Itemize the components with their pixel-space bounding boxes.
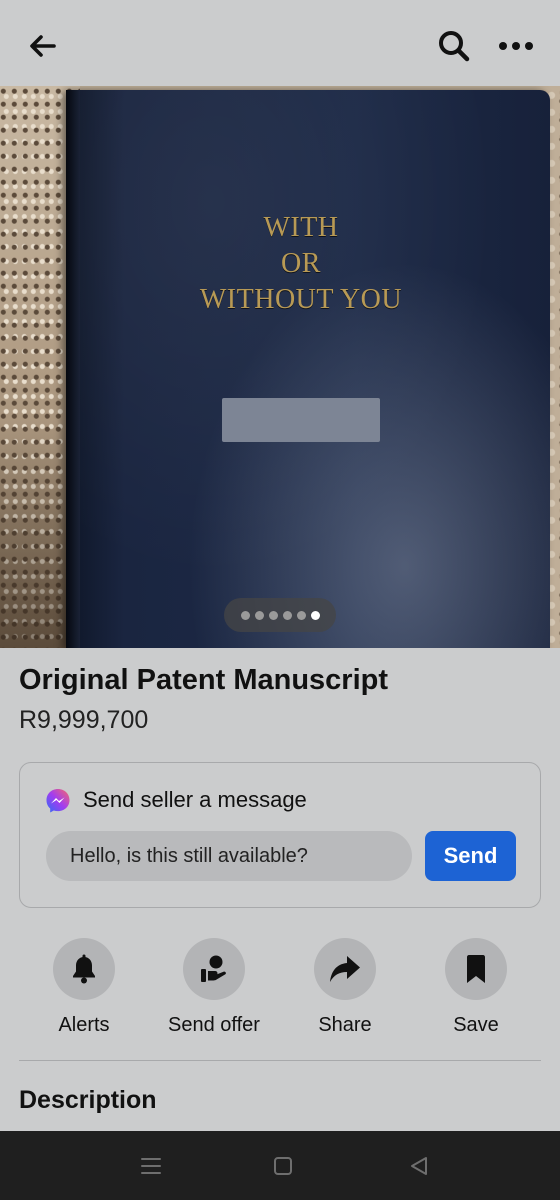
save-action[interactable]: Save bbox=[416, 938, 536, 1038]
section-divider bbox=[19, 1060, 541, 1061]
alerts-button[interactable] bbox=[53, 938, 115, 1000]
book-title-line: OR bbox=[281, 248, 321, 279]
bell-icon bbox=[73, 954, 95, 984]
pagination-dot[interactable] bbox=[254, 610, 264, 620]
send-offer-label: Send offer bbox=[168, 1014, 260, 1036]
message-input[interactable] bbox=[46, 831, 412, 881]
top-bar bbox=[0, 0, 560, 86]
back-triangle-icon bbox=[411, 1157, 427, 1175]
offer-hand-icon bbox=[201, 955, 226, 982]
message-seller-card: Send seller a message Send bbox=[19, 762, 541, 908]
listing-photo[interactable]: WITH OR WITHOUT YOU bbox=[0, 86, 560, 648]
image-pagination-dots[interactable] bbox=[224, 598, 336, 632]
search-button[interactable] bbox=[432, 24, 476, 68]
description-heading: Description bbox=[19, 1086, 157, 1114]
book-spine bbox=[66, 90, 80, 648]
listing-title: Original Patent Manuscript bbox=[19, 664, 388, 696]
send-offer-action[interactable]: Send offer bbox=[154, 938, 274, 1038]
menu-icon bbox=[141, 1158, 161, 1174]
search-icon bbox=[439, 31, 470, 62]
system-navigation-bar bbox=[0, 1131, 560, 1200]
redacted-label bbox=[222, 398, 380, 442]
share-action[interactable]: Share bbox=[285, 938, 405, 1038]
alerts-action[interactable]: Alerts bbox=[24, 938, 144, 1038]
message-heading: Send seller a message bbox=[83, 787, 307, 812]
system-back-button[interactable] bbox=[404, 1151, 434, 1181]
send-offer-button[interactable] bbox=[183, 938, 245, 1000]
save-label: Save bbox=[453, 1014, 499, 1036]
arrow-left-icon bbox=[30, 35, 56, 57]
pagination-dot[interactable] bbox=[296, 610, 306, 620]
book-title-line: WITHOUT YOU bbox=[199, 284, 403, 315]
pagination-dot[interactable] bbox=[240, 610, 250, 620]
pagination-dot-active[interactable] bbox=[310, 610, 320, 620]
home-button[interactable] bbox=[268, 1151, 298, 1181]
bookmark-icon bbox=[467, 955, 485, 983]
book-cover: WITH OR WITHOUT YOU bbox=[66, 90, 550, 648]
messenger-icon bbox=[46, 789, 70, 813]
more-dots-icon bbox=[499, 42, 533, 50]
share-button[interactable] bbox=[314, 938, 376, 1000]
share-arrow-icon bbox=[330, 956, 360, 982]
home-square-icon bbox=[274, 1157, 292, 1175]
back-button[interactable] bbox=[22, 26, 62, 66]
listing-price: R9,999,700 bbox=[19, 706, 149, 734]
book-title-line: WITH bbox=[263, 212, 339, 243]
save-button[interactable] bbox=[445, 938, 507, 1000]
recent-apps-button[interactable] bbox=[136, 1151, 166, 1181]
alerts-label: Alerts bbox=[58, 1014, 110, 1036]
more-options-button[interactable] bbox=[494, 24, 538, 68]
send-button[interactable]: Send bbox=[425, 831, 516, 881]
share-label: Share bbox=[318, 1014, 372, 1036]
pagination-dot[interactable] bbox=[268, 610, 278, 620]
pagination-dot[interactable] bbox=[282, 610, 292, 620]
book-cover-title: WITH OR WITHOUT YOU bbox=[176, 210, 426, 318]
